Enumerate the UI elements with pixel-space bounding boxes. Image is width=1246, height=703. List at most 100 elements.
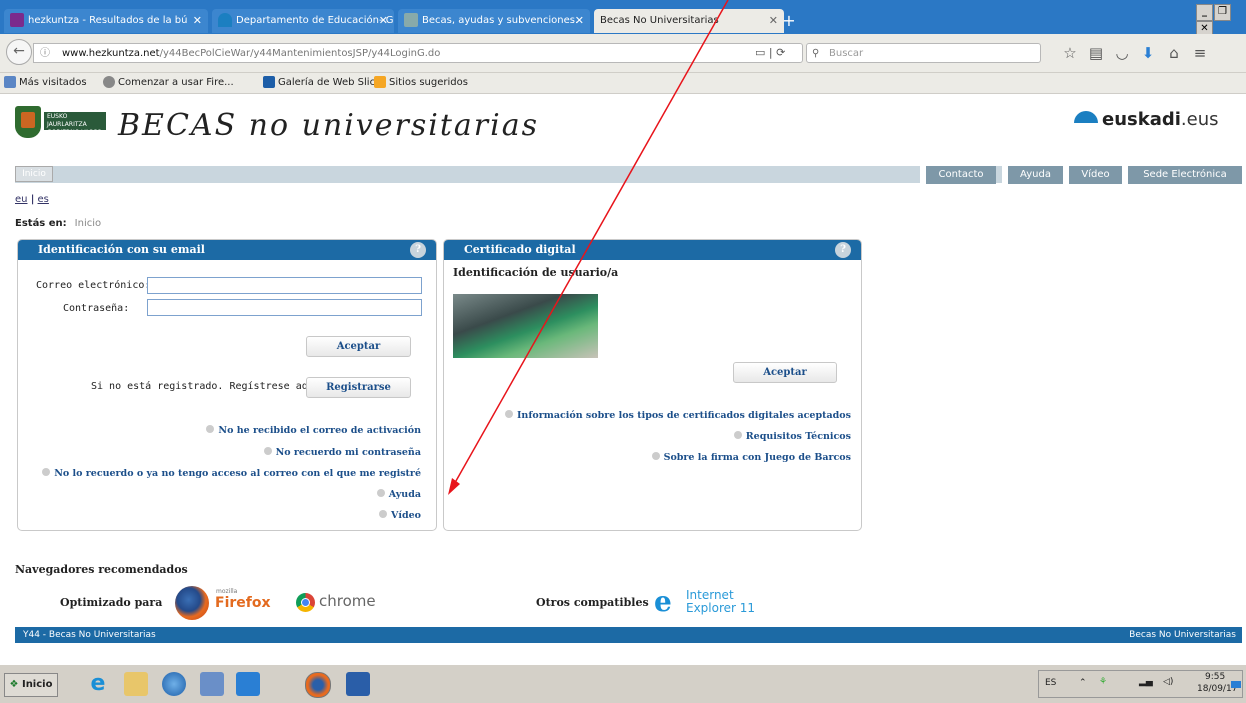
bookmark-label: Más visitados: [19, 77, 87, 88]
url-actions: ▭ | ⟳: [755, 46, 786, 59]
bing-icon: [374, 76, 386, 88]
new-tab-icon[interactable]: +: [778, 13, 800, 31]
browser-tab-strip: hezkuntza - Resultados de la bú ✕ Departa…: [0, 0, 1246, 34]
pocket-icon[interactable]: ◡: [1111, 43, 1133, 63]
cert-subtitle: Identificación de usuario/a: [453, 266, 619, 279]
ie-logo-icon: e: [654, 585, 672, 618]
register-button[interactable]: Registrarse: [306, 377, 411, 398]
firefox-taskbar-icon[interactable]: [305, 672, 331, 698]
recommended-browsers-title: Navegadores recomendados: [15, 563, 188, 576]
close-tab-icon[interactable]: ✕: [769, 9, 778, 33]
restore-button[interactable]: ❐: [1214, 4, 1231, 21]
tab-becas-no-universitarias[interactable]: Becas No Universitarias ✕: [594, 9, 784, 33]
password-label: Contraseña:: [63, 303, 130, 314]
signal-icon[interactable]: ▂▄: [1139, 677, 1153, 687]
reload-icon[interactable]: ⟳: [776, 46, 785, 59]
close-tab-icon[interactable]: ✕: [193, 9, 202, 33]
language-indicator[interactable]: ES: [1045, 678, 1056, 688]
start-label: Inicio: [21, 679, 53, 690]
media-player-icon[interactable]: [162, 672, 186, 696]
link-ayuda[interactable]: Ayuda: [376, 489, 421, 500]
explorer-folder-icon[interactable]: [124, 672, 148, 696]
nav-contacto-button[interactable]: Contacto: [920, 166, 996, 184]
close-tab-icon[interactable]: ✕: [575, 9, 584, 33]
system-tray: ES ⌃ ⚘ ▂▄ ◁) 9:55 18/09/17: [1038, 670, 1243, 698]
search-input[interactable]: ⚲ Buscar: [806, 43, 1041, 63]
nav-video-button[interactable]: Vídeo: [1063, 166, 1122, 184]
link-label: No he recibido el correo de activación: [218, 425, 421, 436]
bookmark-mas-visitados[interactable]: Más visitados: [4, 73, 87, 93]
link-firma-juego-barcos[interactable]: Sobre la firma con Juego de Barcos: [651, 452, 851, 463]
ie-taskbar-icon[interactable]: e: [86, 672, 110, 696]
url-bar[interactable]: ⓘ www.hezkuntza.net/y44BecPolCieWar/y44M…: [33, 43, 803, 63]
footer-left: Y44 - Becas No Universitarias: [23, 630, 156, 640]
email-accept-button[interactable]: Aceptar: [306, 336, 411, 357]
bookmark-comenzar[interactable]: Comenzar a usar Fire...: [103, 73, 234, 93]
tab-label: hezkuntza - Resultados de la bú: [28, 15, 188, 26]
other-compatible-label: Otros compatibles: [536, 596, 649, 609]
bookmark-sitios-sugeridos[interactable]: Sitios sugeridos: [374, 73, 468, 93]
link-video[interactable]: Vídeo: [378, 510, 421, 521]
page-icon: [404, 13, 418, 27]
link-requisitos[interactable]: Requisitos Técnicos: [733, 431, 851, 442]
bookmarks-bar: Más visitados Comenzar a usar Fire... Ga…: [0, 73, 1246, 94]
smart-card-image: [453, 294, 598, 358]
nav-home-button[interactable]: Inicio: [15, 166, 53, 182]
bookmark-star-icon[interactable]: ☆: [1059, 43, 1081, 63]
nav-ayuda-button[interactable]: Ayuda: [1002, 166, 1063, 184]
link-label: Requisitos Técnicos: [745, 431, 851, 442]
lang-eu-link[interactable]: eu: [15, 194, 28, 205]
help-icon[interactable]: ?: [835, 242, 851, 258]
tab-departamento[interactable]: Departamento de Educación- G ✕: [212, 9, 394, 33]
tab-label: Becas No Universitarias: [600, 15, 719, 26]
clock-time[interactable]: 9:55: [1205, 672, 1225, 682]
start-button[interactable]: ❖ Inicio: [4, 673, 58, 697]
back-arrow-icon[interactable]: ←: [6, 39, 32, 65]
outlook-icon[interactable]: [236, 672, 260, 696]
lang-es-link[interactable]: es: [38, 194, 49, 205]
volume-icon[interactable]: ◁): [1163, 677, 1173, 687]
bookmarks-library-icon[interactable]: ▤: [1085, 43, 1107, 63]
search-icon: ⚲: [812, 48, 820, 59]
home-icon[interactable]: ⌂: [1163, 43, 1185, 63]
bullet-icon: [504, 410, 513, 418]
link-no-email-access[interactable]: No lo recuerdo o ya no tengo acceso al c…: [42, 468, 421, 479]
email-field[interactable]: [147, 277, 422, 294]
close-tab-icon[interactable]: ✕: [379, 9, 388, 33]
brand-main: euskadi: [1102, 109, 1181, 130]
nav-sede-electronica-button[interactable]: Sede Electrónica: [1122, 166, 1242, 184]
chrome-label: chrome: [319, 592, 376, 610]
breadcrumb-inicio-link[interactable]: Inicio: [75, 218, 101, 229]
tray-expand-icon[interactable]: ⌃: [1079, 678, 1087, 688]
bookmark-web-slice[interactable]: Galería de Web Slice: [263, 73, 381, 93]
firefox-label: Firefox: [215, 595, 271, 611]
paint-icon[interactable]: [200, 672, 224, 696]
tab-hezkuntza[interactable]: hezkuntza - Resultados de la bú ✕: [4, 9, 208, 33]
ie-label-line2: Explorer 11: [686, 601, 756, 615]
link-label: No recuerdo mi contraseña: [275, 447, 421, 458]
tab-label: Becas, ayudas y subvenciones.: [422, 15, 579, 26]
link-no-activation-email[interactable]: No he recibido el correo de activación: [206, 425, 421, 436]
email-panel-header: Identificación con su email ?: [18, 240, 436, 260]
minimize-button[interactable]: _: [1196, 4, 1213, 21]
ie-label: Internet Explorer 11: [686, 589, 755, 615]
menu-icon[interactable]: ≡: [1189, 43, 1211, 63]
download-icon[interactable]: ⬇: [1137, 43, 1159, 63]
government-logo-text: EUSKO JAURLARITZA GOBIERNO VASCO: [44, 112, 106, 136]
word-icon[interactable]: [346, 672, 370, 696]
link-forgot-password[interactable]: No recuerdo mi contraseña: [263, 447, 421, 458]
help-icon[interactable]: ?: [410, 242, 426, 258]
show-desktop-icon[interactable]: [1231, 681, 1241, 688]
reader-view-icon[interactable]: ▭: [755, 46, 765, 59]
password-field[interactable]: [147, 299, 422, 316]
euskadi-arc-icon: [1074, 111, 1098, 123]
network-icon[interactable]: ⚘: [1099, 677, 1107, 687]
link-cert-types[interactable]: Información sobre los tipos de certifica…: [504, 410, 851, 421]
tab-becas-ayudas[interactable]: Becas, ayudas y subvenciones. ✕: [398, 9, 590, 33]
euskadi-logo[interactable]: euskadi.eus: [1074, 109, 1219, 130]
breadcrumb-label: Estás en:: [15, 218, 67, 229]
cert-accept-button[interactable]: Aceptar: [733, 362, 837, 383]
page-title: BECAS no universitarias: [118, 108, 539, 143]
language-switcher: eu | es: [15, 194, 49, 205]
url-path: /y44BecPolCieWar/y44MantenimientosJSP/y4…: [159, 48, 441, 59]
